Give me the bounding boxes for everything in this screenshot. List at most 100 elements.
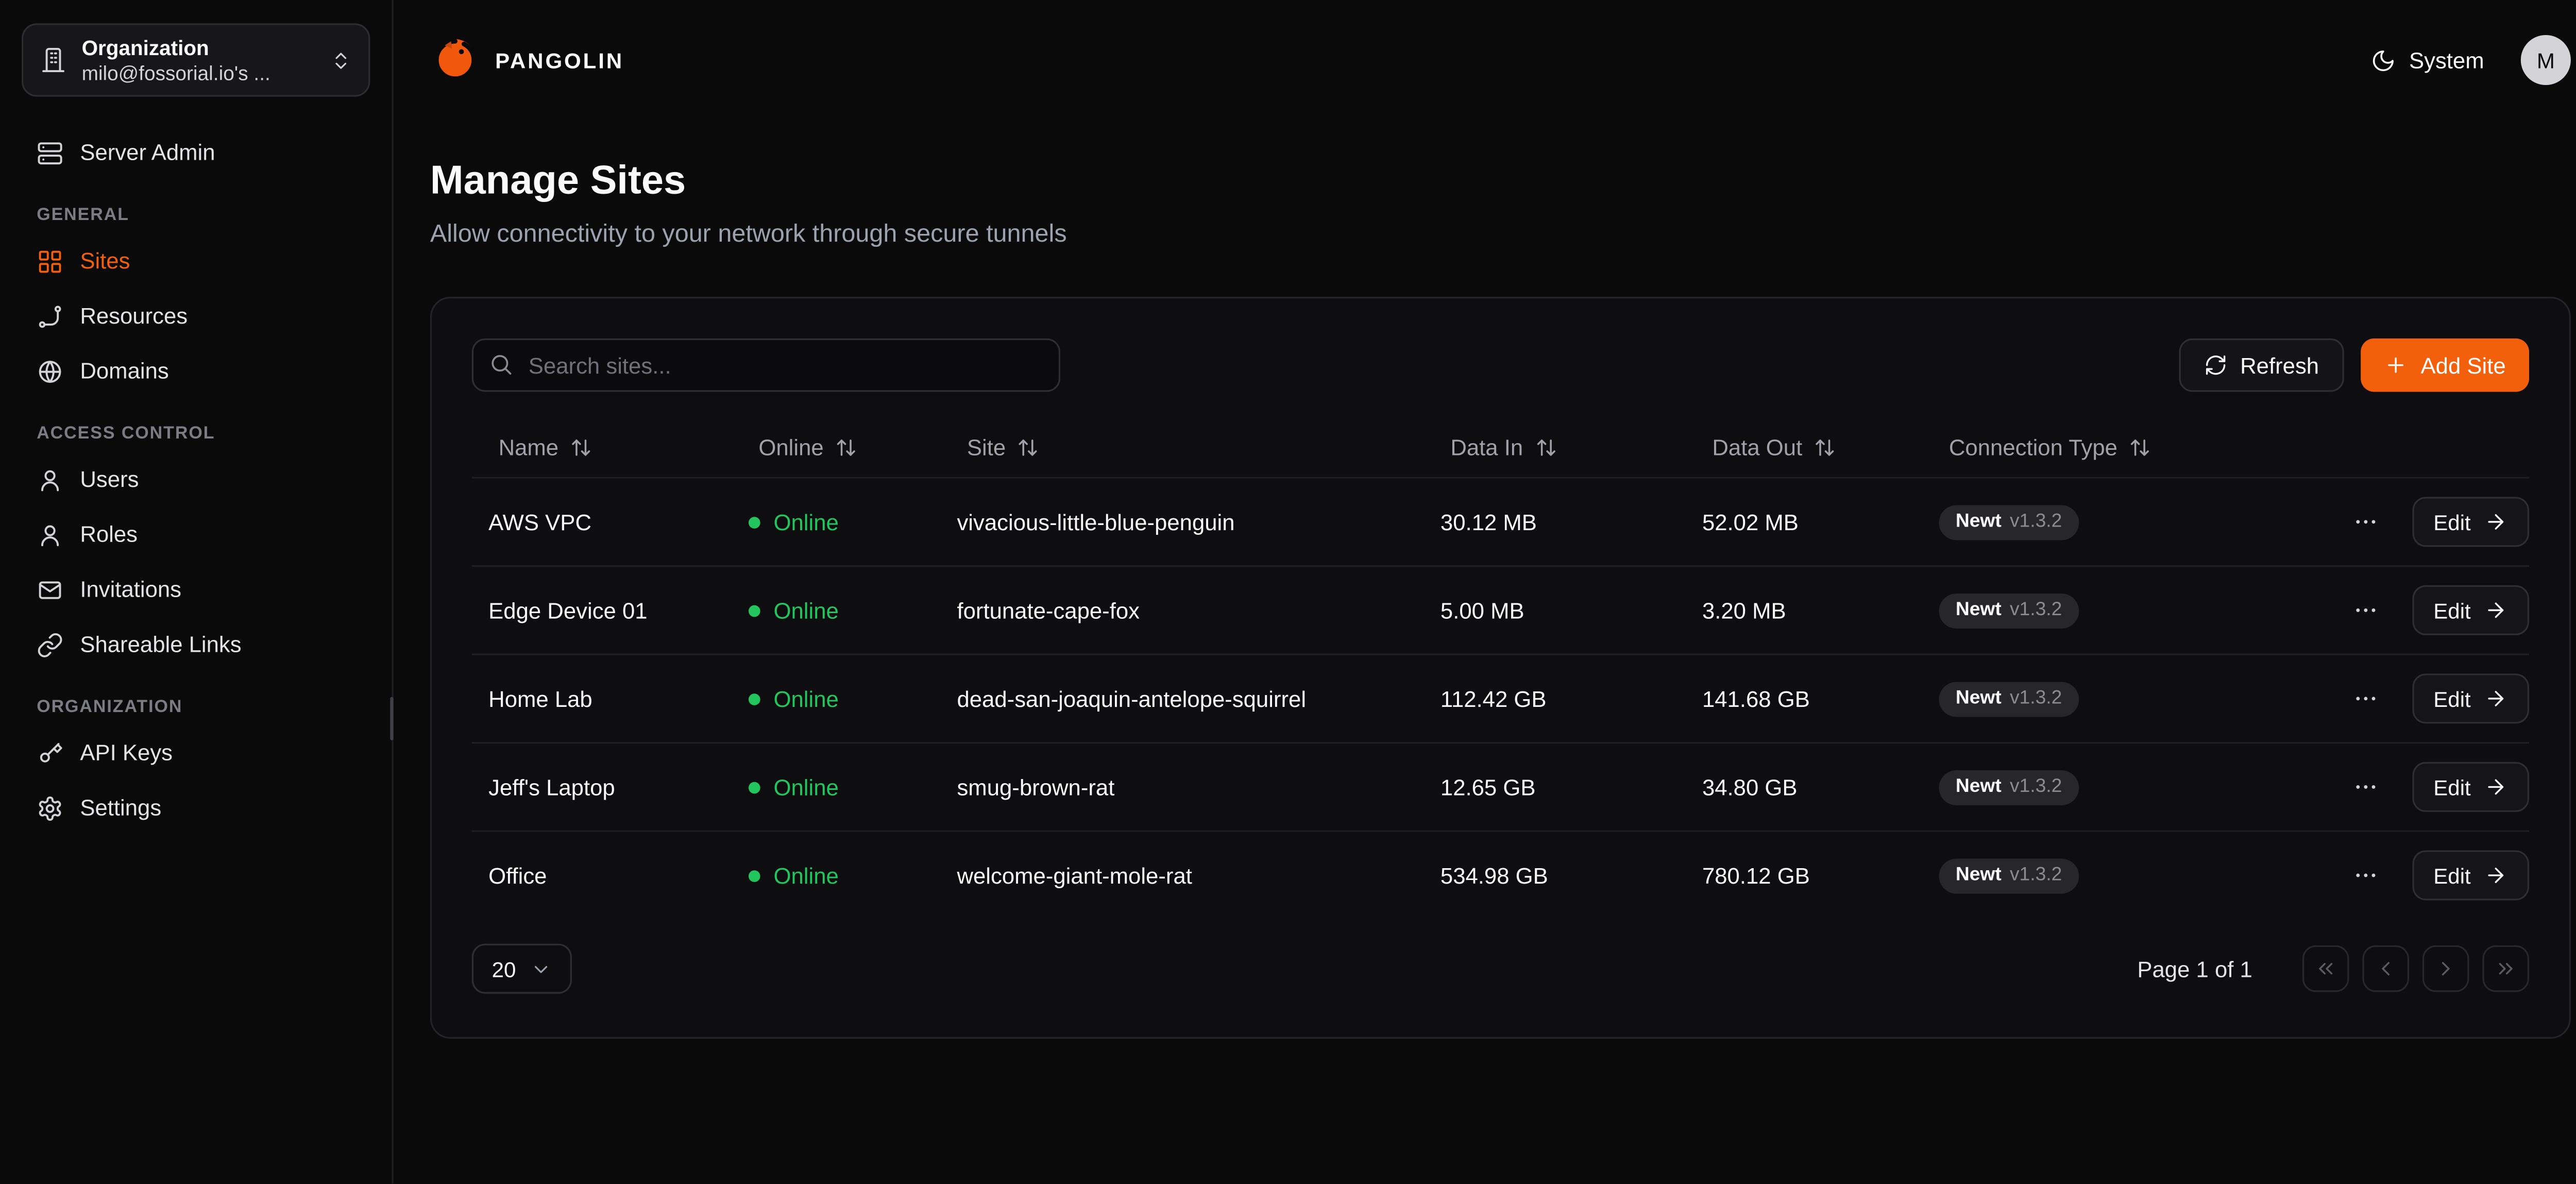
sidebar-item-users[interactable]: Users [22, 452, 370, 507]
toolbar-actions: Refresh Add Site [2178, 339, 2529, 392]
brand[interactable]: PANGOLIN [430, 35, 624, 85]
table-body: AWS VPC Online vivacious-little-blue-pen… [472, 477, 2529, 919]
card-toolbar: Refresh Add Site [472, 339, 2529, 392]
online-status-label: Online [774, 510, 839, 535]
sidebar-item-settings[interactable]: Settings [22, 780, 370, 835]
previous-page-button[interactable] [2362, 945, 2409, 992]
brand-name: PANGOLIN [495, 47, 624, 73]
theme-toggle[interactable]: System [2371, 47, 2484, 73]
table-row: Edge Device 01 Online fortunate-cape-fox… [472, 565, 2529, 654]
row-menu-button[interactable] [2352, 685, 2379, 712]
refresh-button-label: Refresh [2240, 352, 2319, 378]
connection-type-badge: Newt v1.3.2 [1939, 593, 2078, 628]
tunnel-id-cell: smug-brown-rat [940, 774, 1423, 800]
refresh-button[interactable]: Refresh [2178, 339, 2344, 392]
connection-type-badge: Newt v1.3.2 [1939, 769, 2078, 804]
globe-icon [37, 358, 63, 384]
sites-grid-icon [37, 248, 63, 275]
edit-button[interactable]: Edit [2412, 673, 2529, 723]
sidebar-item-label: Users [80, 467, 139, 492]
add-site-button-label: Add Site [2421, 352, 2506, 378]
sidebar-item-roles[interactable]: Roles [22, 507, 370, 562]
edit-button[interactable]: Edit [2412, 585, 2529, 635]
sidebar-item-sites[interactable]: Sites [22, 233, 370, 289]
last-page-button[interactable] [2482, 945, 2529, 992]
sites-card: Refresh Add Site Name Online [430, 297, 2571, 1039]
chevrons-left-icon [2314, 957, 2337, 980]
row-menu-button[interactable] [2352, 509, 2379, 535]
sort-icon [1018, 437, 1039, 459]
sidebar-item-label: API Keys [80, 740, 173, 766]
sidebar-item-resources[interactable]: Resources [22, 289, 370, 344]
org-selector-text: Organization milo@fossorial.io's ... [82, 34, 315, 86]
search-icon [488, 352, 514, 377]
tunnel-id-cell: dead-san-joaquin-antelope-squirrel [940, 686, 1423, 712]
column-header-data-out[interactable]: Data Out [1686, 435, 1923, 461]
row-menu-button[interactable] [2352, 597, 2379, 623]
sidebar-scrollbar-thumb[interactable] [390, 697, 393, 740]
org-selector-title: Organization [82, 34, 315, 61]
connection-type-version: v1.3.2 [2010, 865, 2062, 886]
connection-type-version: v1.3.2 [2010, 599, 2062, 621]
chevron-down-icon [531, 958, 553, 979]
page-title: Manage Sites [430, 157, 2571, 207]
arrow-right-icon [2484, 775, 2507, 799]
online-status-label: Online [774, 598, 839, 623]
sidebar-item-label: Roles [80, 522, 138, 547]
table-header-row: Name Online Site Data In [472, 418, 2529, 477]
edit-button-label: Edit [2433, 598, 2471, 623]
edit-button-label: Edit [2433, 774, 2471, 800]
sidebar-item-api-keys[interactable]: API Keys [22, 725, 370, 781]
column-header-connection-type[interactable]: Connection Type [1922, 435, 2309, 461]
page-size-select[interactable]: 20 [472, 944, 573, 994]
column-header-site[interactable]: Site [940, 435, 1423, 461]
data-in-cell: 5.00 MB [1424, 598, 1686, 623]
online-status-cell: Online [732, 863, 941, 888]
online-status-cell: Online [732, 510, 941, 535]
sidebar-item-invitations[interactable]: Invitations [22, 562, 370, 617]
arrow-right-icon [2484, 510, 2507, 533]
user-icon [37, 466, 63, 493]
site-name-cell: AWS VPC [472, 510, 732, 535]
column-header-name[interactable]: Name [472, 435, 732, 461]
online-dot [749, 870, 760, 882]
link-icon [37, 631, 63, 658]
avatar[interactable]: M [2521, 35, 2571, 85]
sidebar-item-label: Settings [80, 796, 161, 821]
connection-type-name: Newt [1956, 865, 2002, 886]
sort-icon [570, 437, 592, 459]
connection-type-cell: Newt v1.3.2 [1922, 593, 2309, 628]
section-label-organization: ORGANIZATION [37, 697, 355, 717]
connection-type-cell: Newt v1.3.2 [1922, 858, 2309, 893]
org-selector[interactable]: Organization milo@fossorial.io's ... [22, 23, 370, 96]
column-header-data-in[interactable]: Data In [1424, 435, 1686, 461]
sort-icon [1814, 437, 1836, 459]
column-header-label: Name [499, 435, 559, 461]
edit-button[interactable]: Edit [2412, 497, 2529, 547]
edit-button[interactable]: Edit [2412, 762, 2529, 812]
sort-icon [1535, 437, 1556, 459]
sidebar-item-shareable-links[interactable]: Shareable Links [22, 617, 370, 672]
sidebar-item-server-admin[interactable]: Server Admin [22, 125, 370, 180]
add-site-button[interactable]: Add Site [2361, 339, 2529, 392]
row-actions-cell: Edit [2309, 850, 2529, 900]
online-status-label: Online [774, 863, 839, 888]
refresh-icon [2204, 353, 2227, 377]
gear-icon [37, 794, 63, 821]
column-header-online[interactable]: Online [732, 435, 941, 461]
search-input[interactable] [472, 339, 1060, 392]
cable-icon [37, 302, 63, 329]
row-menu-button[interactable] [2352, 862, 2379, 889]
site-name-cell: Edge Device 01 [472, 598, 732, 623]
edit-button[interactable]: Edit [2412, 850, 2529, 900]
org-selector-subtitle: milo@fossorial.io's ... [82, 61, 315, 86]
key-icon [37, 739, 63, 766]
online-status-label: Online [774, 774, 839, 800]
first-page-button[interactable] [2302, 945, 2349, 992]
sidebar-item-domains[interactable]: Domains [22, 344, 370, 399]
table-row: Office Online welcome-giant-mole-rat 534… [472, 831, 2529, 919]
connection-type-badge: Newt v1.3.2 [1939, 858, 2078, 893]
row-menu-button[interactable] [2352, 774, 2379, 801]
sort-icon [2129, 437, 2151, 459]
next-page-button[interactable] [2422, 945, 2469, 992]
